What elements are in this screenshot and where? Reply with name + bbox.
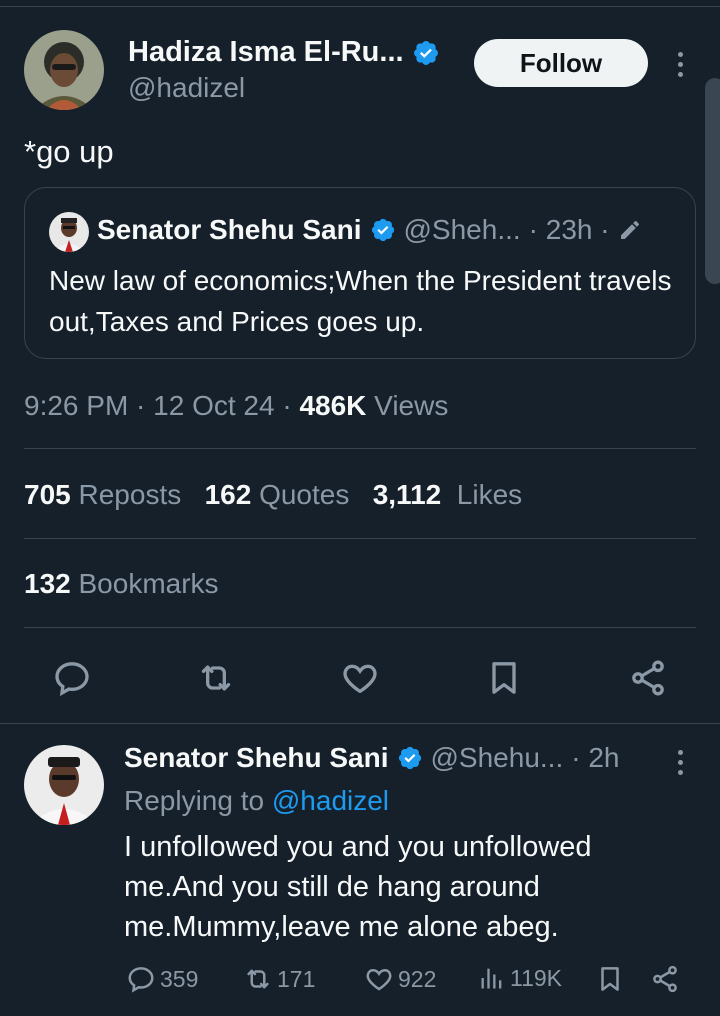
bookmarks-stat[interactable]: 132 Bookmarks	[24, 568, 219, 600]
quote-header: Senator Shehu Sani @Sheh... · 23h ·	[97, 214, 642, 246]
reply-replies-count: 359	[160, 965, 199, 992]
reply-views-action[interactable]: 119K	[478, 964, 562, 992]
tweet-text: *go up	[24, 134, 114, 169]
more-icon[interactable]	[676, 52, 684, 77]
verified-icon	[371, 218, 394, 242]
replying-to: Replying to @hadizel	[124, 785, 389, 817]
reply-share-icon[interactable]	[650, 964, 680, 994]
reply-age: · 2h	[571, 742, 620, 773]
reply-header: Senator Shehu Sani @Shehu... · 2h	[124, 742, 619, 774]
quotes-label: Quotes	[259, 479, 350, 510]
divider	[24, 538, 696, 539]
reply-repost-action[interactable]: 171	[243, 964, 315, 994]
reply-like-action[interactable]: 922	[364, 964, 436, 994]
reply-reply-action[interactable]: 359	[126, 964, 198, 994]
scrollbar-thumb[interactable]	[705, 78, 720, 284]
tweet-timestamp: 9:26 PM · 12 Oct 24 · 486K Views	[24, 390, 448, 422]
timestamp-text: 9:26 PM · 12 Oct 24 ·	[24, 390, 300, 421]
reposts-count: 705	[24, 479, 71, 510]
reply-reposts-count: 171	[277, 965, 316, 992]
views-count: 486K	[299, 390, 367, 421]
like-icon[interactable]	[338, 656, 382, 700]
reply-author-handle[interactable]: @Shehu...	[431, 742, 564, 774]
replying-prefix: Replying to	[124, 785, 272, 816]
reply-text: I unfollowed you and you unfollowed me.A…	[124, 831, 592, 943]
quote-author-avatar	[49, 212, 89, 252]
reply-author-name[interactable]: Senator Shehu Sani	[124, 742, 389, 774]
quote-tweet-card[interactable]: Senator Shehu Sani @Sheh... · 23h · New …	[24, 187, 696, 359]
quote-author-handle: @Sheh...	[403, 214, 521, 245]
quote-age: · 23h ·	[528, 214, 610, 245]
reply-likes-count: 922	[398, 965, 437, 992]
quote-author-name: Senator Shehu Sani	[97, 214, 362, 245]
divider	[24, 448, 696, 449]
top-divider	[0, 6, 720, 7]
quotes-stat[interactable]: 162 Quotes	[205, 479, 350, 510]
quotes-count: 162	[204, 479, 252, 510]
author-name-text[interactable]: Hadiza Isma El-Ru...	[128, 36, 404, 68]
quote-text: New law of economics;When the President …	[49, 265, 672, 337]
verified-icon	[398, 746, 421, 770]
like-icon	[366, 968, 392, 991]
reply-divider	[0, 723, 720, 724]
reply-icon	[128, 967, 154, 993]
author-avatar[interactable]	[24, 30, 104, 110]
replying-to-link[interactable]: @hadizel	[272, 785, 389, 816]
likes-stat[interactable]: 3,112 Likes	[373, 479, 522, 510]
reply-author-avatar[interactable]	[24, 745, 104, 825]
divider	[24, 627, 696, 628]
reposts-stat[interactable]: 705 Reposts	[24, 479, 181, 510]
repost-icon	[247, 969, 269, 989]
repost-icon[interactable]	[194, 656, 238, 700]
bookmarks-label: Bookmarks	[78, 568, 219, 599]
author-name[interactable]: Hadiza Isma El-Ru...	[128, 36, 440, 69]
views-icon	[481, 968, 502, 989]
edit-icon	[620, 220, 639, 239]
views-label: Views	[366, 390, 449, 421]
author-handle[interactable]: @hadizel	[128, 72, 245, 104]
reply-bookmark-icon[interactable]	[595, 964, 625, 994]
reply-views-count: 119K	[510, 964, 563, 991]
likes-count: 3,112	[372, 479, 442, 510]
verified-icon	[413, 41, 438, 66]
reposts-label: Reposts	[78, 479, 182, 510]
likes-label: Likes	[456, 479, 523, 510]
engagement-stats: 705 Reposts 162 Quotes 3,112 Likes	[24, 479, 522, 511]
more-icon[interactable]	[676, 750, 684, 775]
bookmark-icon[interactable]	[482, 656, 526, 700]
bookmarks-count: 132	[24, 568, 71, 599]
follow-button[interactable]: Follow	[474, 39, 648, 87]
reply-icon[interactable]	[50, 656, 94, 700]
share-icon[interactable]	[626, 656, 670, 700]
